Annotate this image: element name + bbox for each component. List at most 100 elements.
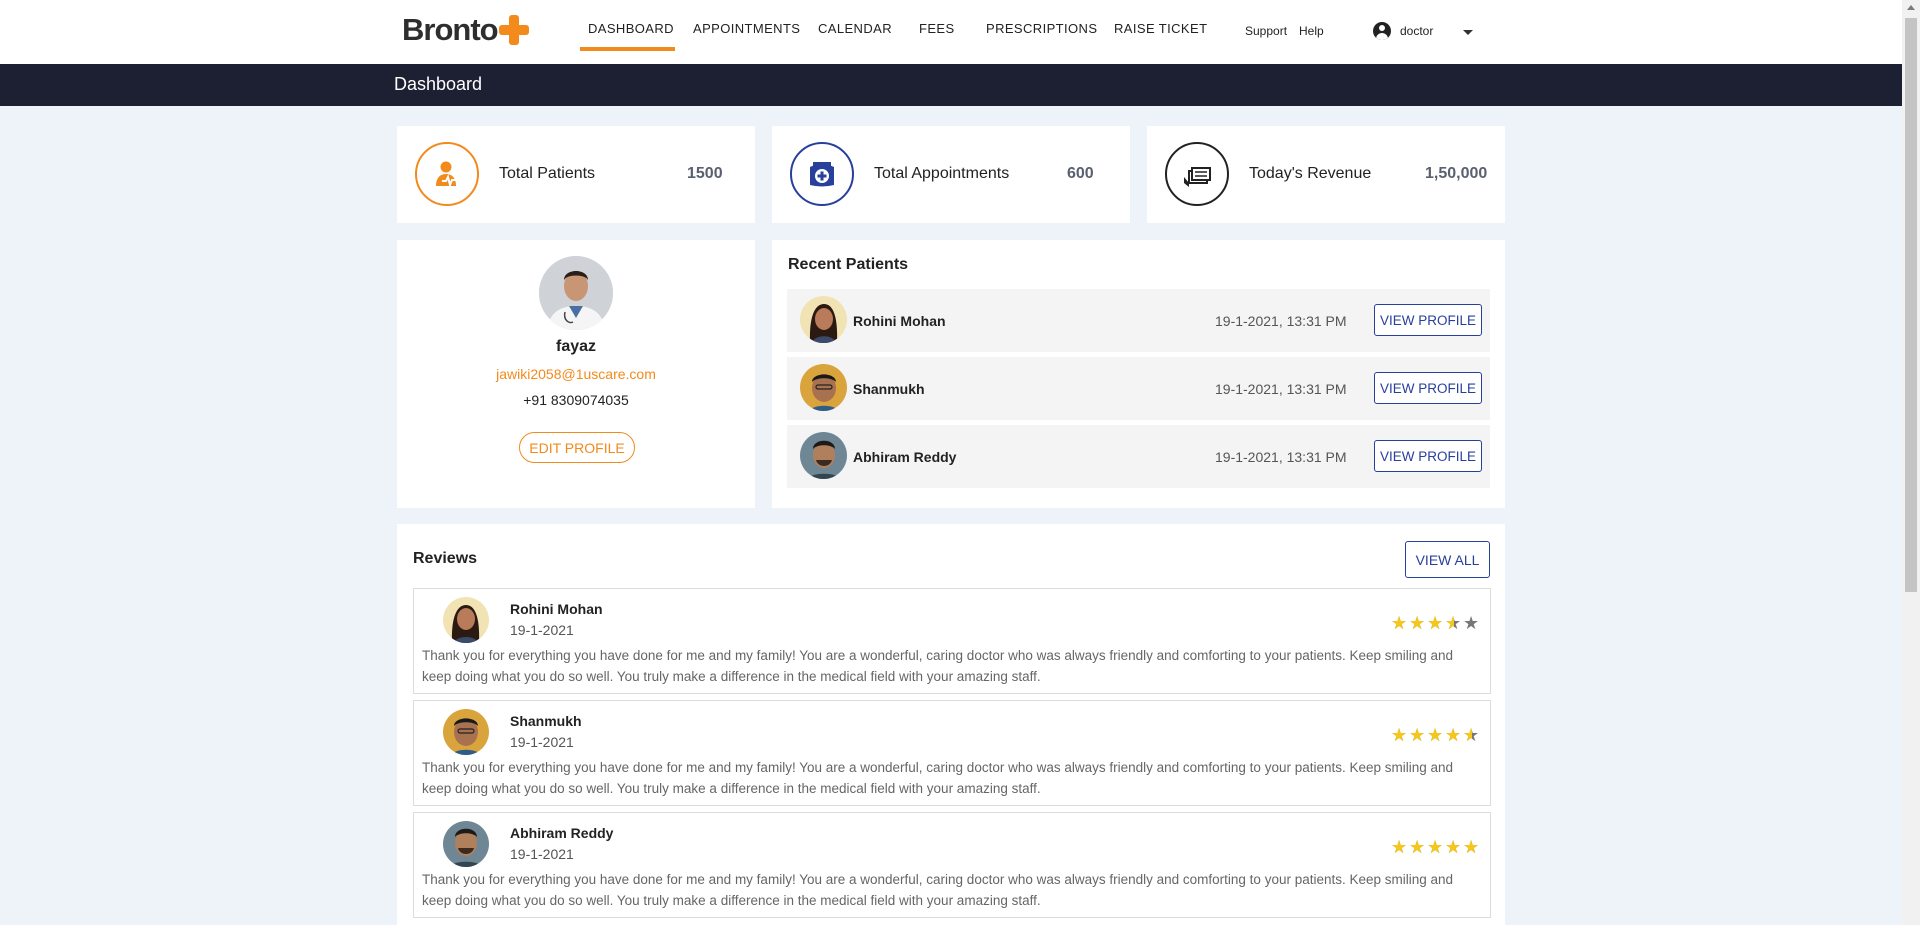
stat-value: 1500 xyxy=(687,165,723,182)
star-fill: ★ xyxy=(1445,838,1462,856)
reviewer-name: Rohini Mohan xyxy=(510,601,603,617)
reviews-title: Reviews xyxy=(413,550,478,567)
star-fill: ★ xyxy=(1391,726,1408,744)
star-icon: ★★ xyxy=(1463,725,1480,745)
star-fill: ★ xyxy=(1391,614,1408,632)
doctor-avatar xyxy=(539,256,613,330)
recent-patient-row: Abhiram Reddy 19-1-2021, 13:31 PM VIEW P… xyxy=(787,425,1490,488)
star-icon: ★★ xyxy=(1391,837,1408,857)
review-text: Thank you for everything you have done f… xyxy=(422,760,1454,796)
star-fill: ★ xyxy=(1427,614,1444,632)
recent-patient-row: Rohini Mohan 19-1-2021, 13:31 PM VIEW PR… xyxy=(787,289,1490,352)
review-text: Thank you for everything you have done f… xyxy=(422,872,1454,908)
review-text: Thank you for everything you have done f… xyxy=(422,648,1454,684)
review-item: Shanmukh 19-1-2021 ★ ★ ★ ★ ★ ★ ★ ★ ★ ★ Thank you … xyxy=(413,700,1491,806)
stat-card-todays-revenue: Today's Revenue 1,50,000 xyxy=(1147,126,1505,223)
star-fill: ★ xyxy=(1463,726,1472,744)
star-icon: ★★ xyxy=(1427,613,1444,633)
star-icon: ★★ xyxy=(1463,837,1480,857)
nav-item-dashboard[interactable]: DASHBOARD xyxy=(588,21,674,36)
review-date: 19-1-2021 xyxy=(510,622,574,638)
nav-item-prescriptions[interactable]: PRESCRIPTIONS xyxy=(986,21,1097,36)
nav-active-indicator xyxy=(580,47,675,51)
patient-avatar xyxy=(800,432,847,479)
reviewer-avatar xyxy=(443,597,489,643)
star-fill: ★ xyxy=(1409,726,1426,744)
view-profile-button[interactable]: VIEW PROFILE xyxy=(1374,304,1482,336)
nav-item-appointments[interactable]: APPOINTMENTS xyxy=(693,21,800,36)
view-profile-button[interactable]: VIEW PROFILE xyxy=(1374,372,1482,404)
star-icon: ★★ xyxy=(1445,725,1462,745)
medical-cross-icon xyxy=(498,15,529,45)
star-icon: ★★ xyxy=(1427,837,1444,857)
edit-profile-button[interactable]: EDIT PROFILE xyxy=(519,432,635,463)
top-navigation: Bronto DASHBOARD APPOINTMENTS CALENDAR F… xyxy=(0,0,1902,64)
patient-visit-time: 19-1-2021, 13:31 PM xyxy=(1215,313,1347,329)
star-icon: ★★ xyxy=(1409,613,1426,633)
stat-card-total-patients: Total Patients 1500 xyxy=(397,126,755,223)
doctor-phone: +91 8309074035 xyxy=(523,392,629,408)
star-fill: ★ xyxy=(1445,726,1462,744)
patient-name: Abhiram Reddy xyxy=(853,449,957,465)
view-all-reviews-button[interactable]: VIEW ALL xyxy=(1405,541,1490,578)
reviewer-name: Abhiram Reddy xyxy=(510,825,614,841)
nav-item-raise-ticket[interactable]: RAISE TICKET xyxy=(1114,21,1207,36)
star-icon: ★★ xyxy=(1391,725,1408,745)
star-icon: ★★ xyxy=(1391,613,1408,633)
user-menu-name[interactable]: doctor xyxy=(1400,24,1433,38)
star-fill: ★ xyxy=(1391,838,1408,856)
nav-item-fees[interactable]: FEES xyxy=(919,21,955,36)
star-icon: ★★ xyxy=(1445,837,1462,857)
stat-card-total-appointments: Total Appointments 600 xyxy=(772,126,1130,223)
review-item: Rohini Mohan 19-1-2021 ★★★★★★★★★★ Thank … xyxy=(413,588,1491,694)
patient-icon xyxy=(415,142,479,206)
patient-avatar xyxy=(800,296,847,343)
review-item: Abhiram Reddy 19-1-2021 ★ ★ ★ ★ ★ ★ ★ ★ ★ ★ Thank… xyxy=(413,812,1491,918)
star-fill: ★ xyxy=(1463,838,1480,856)
star-fill: ★ xyxy=(1409,838,1426,856)
stat-label: Total Patients xyxy=(499,165,596,182)
doctor-profile-card: fayaz jawiki2058@1uscare.com +91 8309074… xyxy=(397,240,755,508)
patient-avatar xyxy=(800,364,847,411)
star-icon: ★★ xyxy=(1463,613,1480,633)
star-fill: ★ xyxy=(1427,726,1444,744)
chevron-down-icon[interactable] xyxy=(1463,30,1473,35)
star-fill: ★ xyxy=(1445,614,1454,632)
patient-visit-time: 19-1-2021, 13:31 PM xyxy=(1215,381,1347,397)
recent-patients-card: Recent Patients Rohini Mohan 19-1-2021, … xyxy=(772,240,1505,508)
review-date: 19-1-2021 xyxy=(510,846,574,862)
star-fill: ★ xyxy=(1409,614,1426,632)
reviewer-name: Shanmukh xyxy=(510,713,582,729)
view-profile-button[interactable]: VIEW PROFILE xyxy=(1374,440,1482,472)
account-circle-icon[interactable] xyxy=(1373,22,1391,40)
reviewer-avatar xyxy=(443,709,489,755)
star-rating: ★★★★★★★★★★ xyxy=(1391,838,1483,856)
nav-item-calendar[interactable]: CALENDAR xyxy=(818,21,892,36)
recent-patients-title: Recent Patients xyxy=(788,256,909,273)
doctor-email[interactable]: jawiki2058@1uscare.com xyxy=(397,366,755,382)
revenue-cash-icon xyxy=(1165,142,1229,206)
reviews-card: Reviews VIEW ALL Rohini Mohan 19-1-2021 … xyxy=(397,524,1505,925)
doctor-name: fayaz xyxy=(555,338,597,355)
patient-name: Shanmukh xyxy=(853,381,925,397)
star-icon: ★★ xyxy=(1427,725,1444,745)
review-date: 19-1-2021 xyxy=(510,734,574,750)
star-icon: ★★ xyxy=(1409,837,1426,857)
recent-patient-row: Shanmukh 19-1-2021, 13:31 PM VIEW PROFIL… xyxy=(787,357,1490,420)
page-title: Dashboard xyxy=(394,74,483,94)
appointment-calendar-icon xyxy=(790,142,854,206)
brand-logo[interactable]: Bronto xyxy=(402,12,529,48)
stat-value: 1,50,000 xyxy=(1425,165,1488,182)
help-link[interactable]: Help xyxy=(1299,24,1324,38)
stat-label: Today's Revenue xyxy=(1249,165,1372,182)
support-link[interactable]: Support xyxy=(1245,24,1287,38)
reviewer-avatar xyxy=(443,821,489,867)
scroll-up-arrow-icon[interactable] xyxy=(1907,5,1915,10)
scrollbar-thumb[interactable] xyxy=(1905,18,1917,592)
star-rating: ★★★★★★★★★★ xyxy=(1391,726,1483,744)
page-title-bar xyxy=(0,64,1902,106)
patient-name: Rohini Mohan xyxy=(853,313,946,329)
star-icon: ★★ xyxy=(1445,613,1462,633)
stat-label: Total Appointments xyxy=(874,165,1010,182)
stat-value: 600 xyxy=(1067,165,1094,182)
